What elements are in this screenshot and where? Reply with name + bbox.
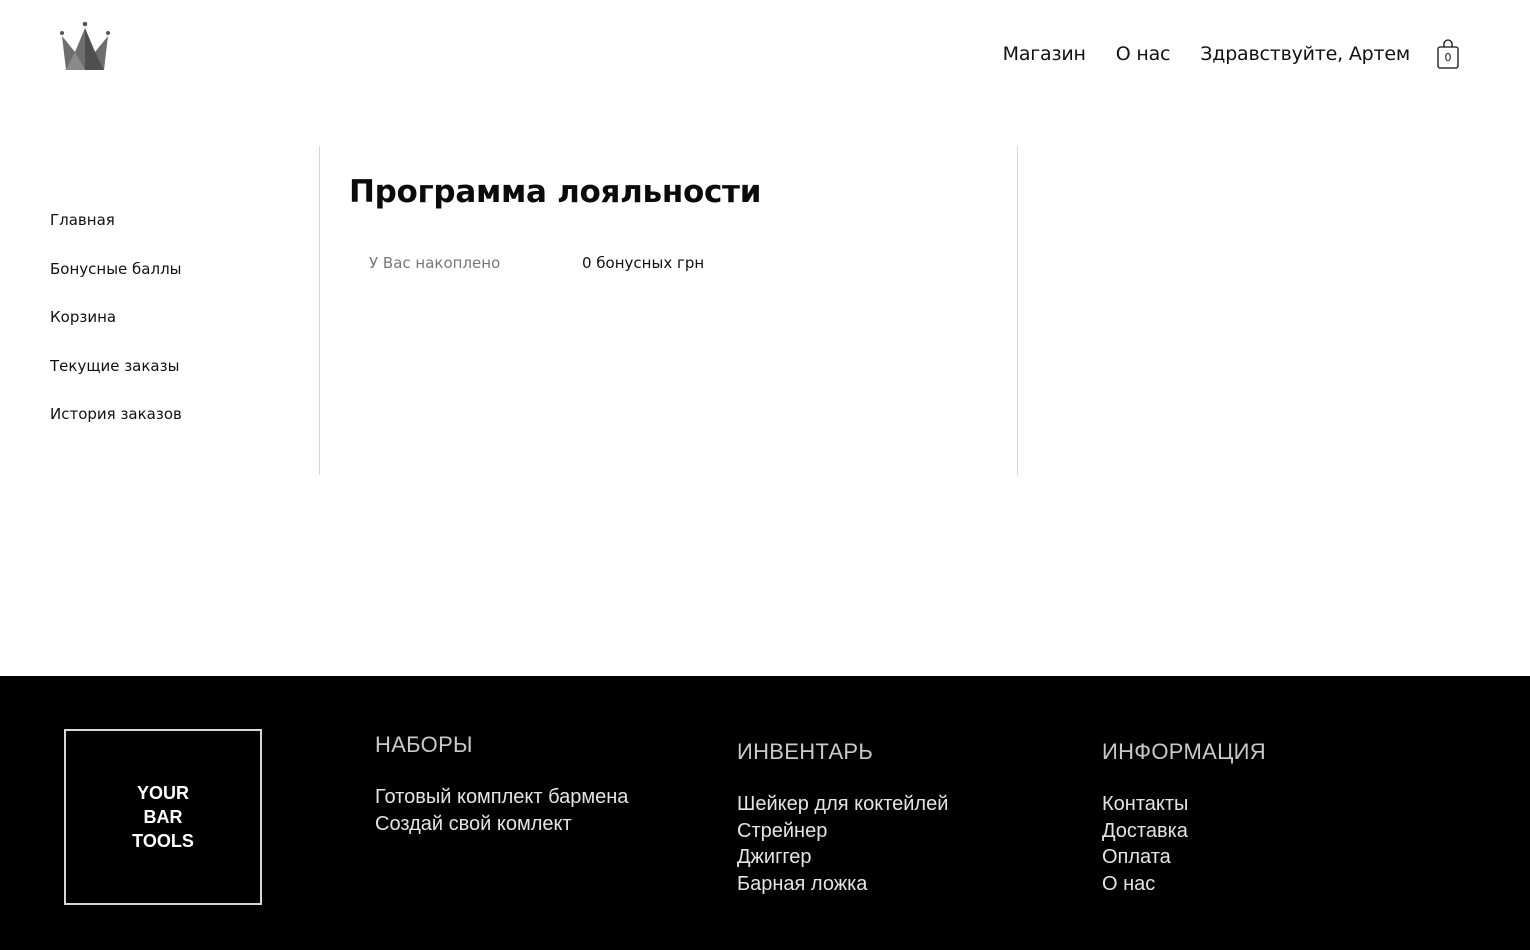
right-divider: [1017, 146, 1018, 475]
sidebar-item-home[interactable]: Главная: [50, 208, 182, 257]
footer-logo-text: YOUR BAR TOOLS: [132, 783, 194, 851]
sidebar-item-current-orders[interactable]: Текущие заказы: [50, 354, 182, 403]
left-divider: [319, 146, 320, 475]
footer-link-jigger[interactable]: Джиггер: [737, 844, 948, 871]
footer-heading-inventory: ИНВЕНТАРЬ: [737, 739, 874, 764]
sidebar-item-bonus-points[interactable]: Бонусные баллы: [50, 257, 182, 306]
page: Магазин О нас Здравствуйте, Артем 0 Глав…: [0, 0, 1530, 950]
nav-about-link[interactable]: О нас: [1116, 43, 1171, 65]
footer-link-strainer[interactable]: Стрейнер: [737, 818, 948, 845]
cart-button[interactable]: 0: [1436, 38, 1460, 70]
footer-link-ready-kit[interactable]: Готовый комплект бармена: [375, 784, 628, 811]
footer-link-shaker[interactable]: Шейкер для коктейлей: [737, 791, 948, 818]
account-sidebar: Главная Бонусные баллы Корзина Текущие з…: [50, 208, 182, 451]
footer-link-contacts[interactable]: Контакты: [1102, 791, 1266, 818]
page-title: Программа лояльности: [349, 174, 762, 210]
top-nav: Магазин О нас Здравствуйте, Артем 0: [973, 38, 1460, 70]
nav-account-greeting-link[interactable]: Здравствуйте, Артем: [1200, 43, 1410, 65]
footer-link-about[interactable]: О нас: [1102, 871, 1266, 898]
nav-shop-link[interactable]: Магазин: [1003, 43, 1086, 65]
cart-count-badge: 0: [1444, 51, 1452, 64]
accumulated-value: 0 бонусных грн: [582, 254, 705, 272]
footer-link-payment[interactable]: Оплата: [1102, 844, 1266, 871]
footer-column-inventory: ИНВЕНТАРЬ Шейкер для коктейлей Стрейнер …: [737, 739, 948, 897]
footer-column-info: ИНФОРМАЦИЯ Контакты Доставка Оплата О на…: [1102, 739, 1266, 897]
footer-link-delivery[interactable]: Доставка: [1102, 818, 1266, 845]
footer: YOUR BAR TOOLS НАБОРЫ Готовый комплект б…: [0, 676, 1530, 950]
footer-link-build-kit[interactable]: Создай свой комлект: [375, 811, 628, 838]
footer-link-bar-spoon[interactable]: Барная ложка: [737, 871, 948, 898]
crown-logo-icon[interactable]: [58, 20, 112, 72]
footer-column-sets: НАБОРЫ Готовый комплект бармена Создай с…: [375, 732, 628, 837]
footer-logo[interactable]: YOUR BAR TOOLS: [64, 729, 262, 905]
footer-heading-sets: НАБОРЫ: [375, 732, 473, 757]
footer-heading-info: ИНФОРМАЦИЯ: [1102, 739, 1266, 764]
accumulated-label: У Вас накоплено: [369, 254, 501, 272]
sidebar-item-cart[interactable]: Корзина: [50, 305, 182, 354]
sidebar-item-order-history[interactable]: История заказов: [50, 402, 182, 451]
